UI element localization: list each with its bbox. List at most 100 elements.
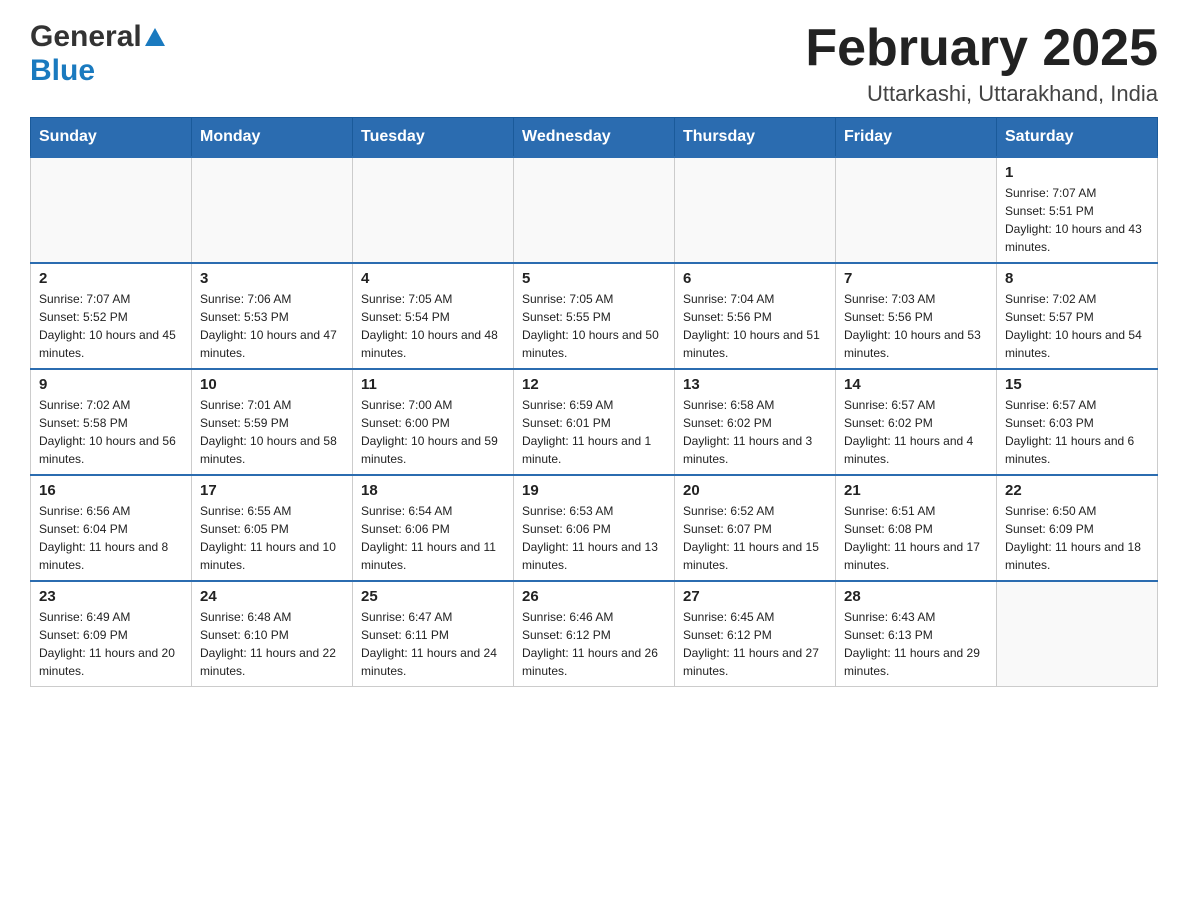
day-info: Sunrise: 7:04 AMSunset: 5:56 PMDaylight:… xyxy=(683,290,827,362)
table-row: 22 Sunrise: 6:50 AMSunset: 6:09 PMDayligh… xyxy=(997,475,1158,581)
day-number: 23 xyxy=(39,588,183,605)
day-number: 16 xyxy=(39,482,183,499)
day-info: Sunrise: 6:48 AMSunset: 6:10 PMDaylight:… xyxy=(200,608,344,680)
day-info: Sunrise: 6:47 AMSunset: 6:11 PMDaylight:… xyxy=(361,608,505,680)
day-info: Sunrise: 7:05 AMSunset: 5:55 PMDaylight:… xyxy=(522,290,666,362)
logo-triangle-icon xyxy=(145,28,165,46)
table-row: 12 Sunrise: 6:59 AMSunset: 6:01 PMDayligh… xyxy=(514,369,675,475)
day-number: 25 xyxy=(361,588,505,605)
table-row: 26 Sunrise: 6:46 AMSunset: 6:12 PMDayligh… xyxy=(514,581,675,687)
table-row xyxy=(514,157,675,263)
day-info: Sunrise: 7:05 AMSunset: 5:54 PMDaylight:… xyxy=(361,290,505,362)
day-info: Sunrise: 6:55 AMSunset: 6:05 PMDaylight:… xyxy=(200,502,344,574)
table-row xyxy=(675,157,836,263)
day-number: 14 xyxy=(844,376,988,393)
table-row: 25 Sunrise: 6:47 AMSunset: 6:11 PMDayligh… xyxy=(353,581,514,687)
title-area: February 2025 Uttarkashi, Uttarakhand, I… xyxy=(805,20,1158,107)
day-number: 6 xyxy=(683,270,827,287)
table-row: 23 Sunrise: 6:49 AMSunset: 6:09 PMDayligh… xyxy=(31,581,192,687)
table-row: 1Sunrise: 7:07 AMSunset: 5:51 PMDaylight… xyxy=(997,157,1158,263)
calendar-header-row: Sunday Monday Tuesday Wednesday Thursday… xyxy=(31,118,1158,158)
day-info: Sunrise: 7:00 AMSunset: 6:00 PMDaylight:… xyxy=(361,396,505,468)
table-row: 15 Sunrise: 6:57 AMSunset: 6:03 PMDayligh… xyxy=(997,369,1158,475)
day-info: Sunrise: 7:03 AMSunset: 5:56 PMDaylight:… xyxy=(844,290,988,362)
day-number: 11 xyxy=(361,376,505,393)
table-row: 13 Sunrise: 6:58 AMSunset: 6:02 PMDayligh… xyxy=(675,369,836,475)
day-info: Sunrise: 6:43 AMSunset: 6:13 PMDaylight:… xyxy=(844,608,988,680)
day-info: Sunrise: 6:59 AMSunset: 6:01 PMDaylight:… xyxy=(522,396,666,468)
day-info: Sunrise: 6:49 AMSunset: 6:09 PMDaylight:… xyxy=(39,608,183,680)
day-info: Sunrise: 6:58 AMSunset: 6:02 PMDaylight:… xyxy=(683,396,827,468)
col-thursday: Thursday xyxy=(675,118,836,158)
day-number: 2 xyxy=(39,270,183,287)
day-info: Sunrise: 6:50 AMSunset: 6:09 PMDaylight:… xyxy=(1005,502,1149,574)
day-info: Sunrise: 6:52 AMSunset: 6:07 PMDaylight:… xyxy=(683,502,827,574)
day-number: 8 xyxy=(1005,270,1149,287)
col-saturday: Saturday xyxy=(997,118,1158,158)
col-tuesday: Tuesday xyxy=(353,118,514,158)
day-info: Sunrise: 6:54 AMSunset: 6:06 PMDaylight:… xyxy=(361,502,505,574)
table-row xyxy=(836,157,997,263)
col-wednesday: Wednesday xyxy=(514,118,675,158)
day-number: 13 xyxy=(683,376,827,393)
logo-top-row: General xyxy=(30,20,168,54)
table-row: 11 Sunrise: 7:00 AMSunset: 6:00 PMDayligh… xyxy=(353,369,514,475)
day-info: Sunrise: 6:56 AMSunset: 6:04 PMDaylight:… xyxy=(39,502,183,574)
day-number: 3 xyxy=(200,270,344,287)
table-row xyxy=(31,157,192,263)
calendar-table: Sunday Monday Tuesday Wednesday Thursday… xyxy=(30,117,1158,687)
page-header: General Blue February 2025 Uttarkashi, U… xyxy=(30,20,1158,107)
day-number: 27 xyxy=(683,588,827,605)
day-number: 19 xyxy=(522,482,666,499)
calendar-week-row: 1Sunrise: 7:07 AMSunset: 5:51 PMDaylight… xyxy=(31,157,1158,263)
calendar-week-row: 9 Sunrise: 7:02 AMSunset: 5:58 PMDaylight… xyxy=(31,369,1158,475)
day-info: Sunrise: 7:07 AMSunset: 5:52 PMDaylight:… xyxy=(39,290,183,362)
table-row: 19 Sunrise: 6:53 AMSunset: 6:06 PMDayligh… xyxy=(514,475,675,581)
day-number: 12 xyxy=(522,376,666,393)
day-number: 1 xyxy=(1005,164,1149,181)
table-row: 27 Sunrise: 6:45 AMSunset: 6:12 PMDayligh… xyxy=(675,581,836,687)
day-info: Sunrise: 6:45 AMSunset: 6:12 PMDaylight:… xyxy=(683,608,827,680)
day-number: 26 xyxy=(522,588,666,605)
day-number: 4 xyxy=(361,270,505,287)
table-row: 9 Sunrise: 7:02 AMSunset: 5:58 PMDaylight… xyxy=(31,369,192,475)
table-row: 21Sunrise: 6:51 AMSunset: 6:08 PMDayligh… xyxy=(836,475,997,581)
day-info: Sunrise: 7:01 AMSunset: 5:59 PMDaylight:… xyxy=(200,396,344,468)
day-number: 28 xyxy=(844,588,988,605)
table-row: 8 Sunrise: 7:02 AMSunset: 5:57 PMDaylight… xyxy=(997,263,1158,369)
day-number: 15 xyxy=(1005,376,1149,393)
day-number: 10 xyxy=(200,376,344,393)
table-row: 14 Sunrise: 6:57 AMSunset: 6:02 PMDayligh… xyxy=(836,369,997,475)
day-number: 9 xyxy=(39,376,183,393)
logo-blue-row: Blue xyxy=(30,54,95,88)
day-number: 21 xyxy=(844,482,988,499)
day-info: Sunrise: 6:46 AMSunset: 6:12 PMDaylight:… xyxy=(522,608,666,680)
table-row: 17Sunrise: 6:55 AMSunset: 6:05 PMDayligh… xyxy=(192,475,353,581)
table-row: 6 Sunrise: 7:04 AMSunset: 5:56 PMDaylight… xyxy=(675,263,836,369)
day-info: Sunrise: 7:02 AMSunset: 5:57 PMDaylight:… xyxy=(1005,290,1149,362)
calendar-week-row: 23 Sunrise: 6:49 AMSunset: 6:09 PMDayligh… xyxy=(31,581,1158,687)
day-info: Sunrise: 6:53 AMSunset: 6:06 PMDaylight:… xyxy=(522,502,666,574)
table-row: 7 Sunrise: 7:03 AMSunset: 5:56 PMDaylight… xyxy=(836,263,997,369)
table-row: 5 Sunrise: 7:05 AMSunset: 5:55 PMDaylight… xyxy=(514,263,675,369)
day-number: 22 xyxy=(1005,482,1149,499)
calendar-week-row: 2 Sunrise: 7:07 AMSunset: 5:52 PMDaylight… xyxy=(31,263,1158,369)
table-row: 28 Sunrise: 6:43 AMSunset: 6:13 PMDayligh… xyxy=(836,581,997,687)
day-info: Sunrise: 7:02 AMSunset: 5:58 PMDaylight:… xyxy=(39,396,183,468)
day-info: Sunrise: 6:57 AMSunset: 6:02 PMDaylight:… xyxy=(844,396,988,468)
table-row: 4 Sunrise: 7:05 AMSunset: 5:54 PMDaylight… xyxy=(353,263,514,369)
table-row xyxy=(997,581,1158,687)
table-row: 10 Sunrise: 7:01 AMSunset: 5:59 PMDayligh… xyxy=(192,369,353,475)
location-title: Uttarkashi, Uttarakhand, India xyxy=(805,81,1158,107)
logo-general: General xyxy=(30,20,142,54)
day-info: Sunrise: 6:57 AMSunset: 6:03 PMDaylight:… xyxy=(1005,396,1149,468)
col-monday: Monday xyxy=(192,118,353,158)
day-number: 18 xyxy=(361,482,505,499)
table-row: 3Sunrise: 7:06 AMSunset: 5:53 PMDaylight… xyxy=(192,263,353,369)
day-number: 24 xyxy=(200,588,344,605)
day-number: 7 xyxy=(844,270,988,287)
table-row: 2 Sunrise: 7:07 AMSunset: 5:52 PMDaylight… xyxy=(31,263,192,369)
day-number: 5 xyxy=(522,270,666,287)
table-row: 18 Sunrise: 6:54 AMSunset: 6:06 PMDayligh… xyxy=(353,475,514,581)
month-title: February 2025 xyxy=(805,20,1158,77)
